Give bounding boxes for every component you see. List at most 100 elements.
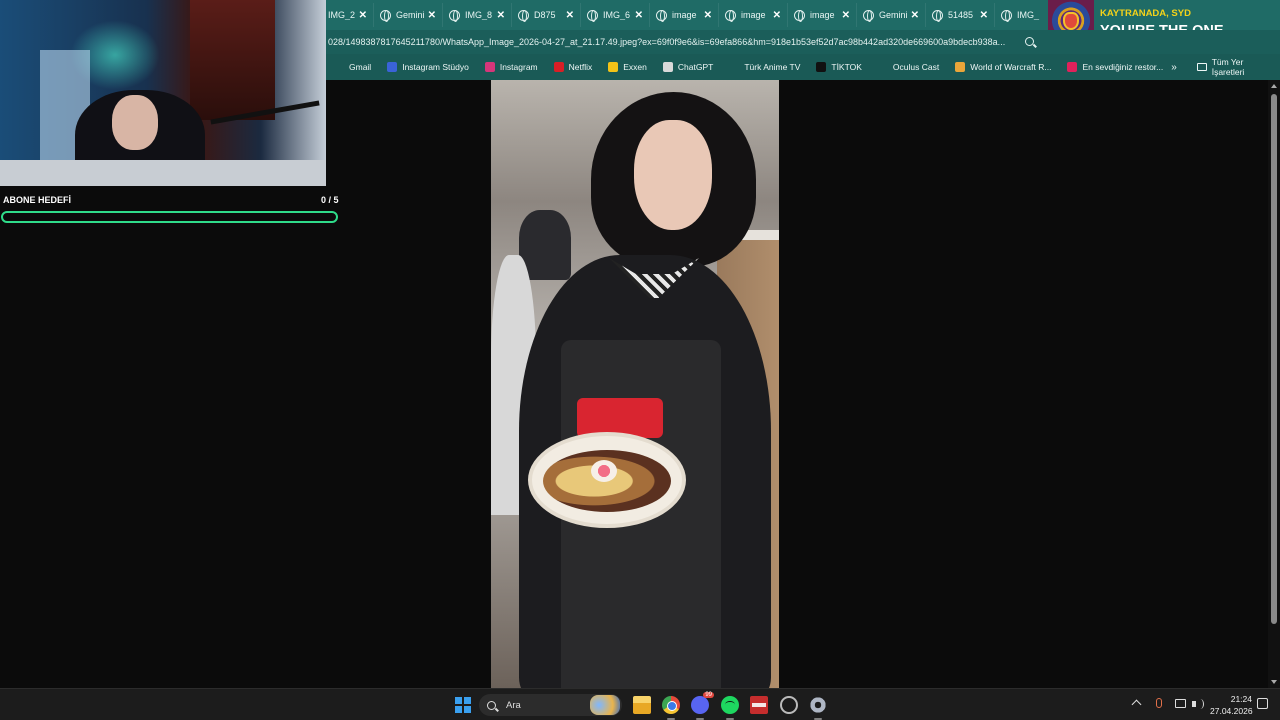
globe-icon (656, 9, 667, 22)
taskbar-search[interactable]: Ara (479, 694, 622, 716)
browser-tab[interactable]: 51485 ✕ (926, 3, 995, 27)
taskbar-clock[interactable]: 21:24 27.04.2026 (1210, 693, 1253, 717)
tab-title: IMG_ (1017, 10, 1040, 20)
tab-title: image (810, 10, 835, 20)
bookmark-label: ChatGPT (677, 62, 714, 72)
tab-title: 51485 (948, 10, 974, 20)
globe-icon (794, 9, 805, 22)
page-scrollbar[interactable] (1268, 80, 1280, 688)
tab-title: D875 (534, 10, 556, 20)
bookmarks-bar: Gmail Instagram Stüdyo Instagram Netflix Exx… (326, 54, 1280, 80)
bookmark-label: En sevdiğiniz restor... (1082, 62, 1164, 72)
zoom-icon[interactable] (1025, 37, 1034, 46)
network-icon[interactable] (1175, 699, 1186, 708)
microphone-icon[interactable] (1156, 698, 1162, 708)
bookmark-item[interactable]: Türk Anime TV (721, 62, 808, 72)
bookmark-favicon-icon (334, 62, 344, 72)
taskbar-search-placeholder: Ara (506, 699, 521, 711)
bookmark-item[interactable]: TİKTOK (808, 62, 870, 72)
bookmark-item[interactable]: ChatGPT (655, 62, 721, 72)
bookmark-item[interactable]: Netflix (546, 62, 601, 72)
browser-tab-strip: IMG_2 ✕ Gemini ✕ IMG_8 ✕ D875 ✕ IMG_6 ✕ image ✕ imag… (326, 0, 1048, 30)
streamer-head (112, 95, 158, 150)
browser-tab[interactable]: image ✕ (719, 3, 788, 27)
globe-icon (725, 9, 736, 22)
scroll-up-icon[interactable] (1271, 84, 1277, 88)
tab-close-icon[interactable]: ✕ (773, 10, 781, 21)
settings-gear-icon[interactable] (809, 696, 827, 714)
windows-taskbar: Ara 21:24 27.04.2026 (0, 688, 1280, 720)
browser-tab[interactable]: image ✕ (788, 3, 857, 27)
browser-tab[interactable]: Gemini ✕ (374, 3, 443, 27)
globe-icon (518, 9, 529, 22)
tab-title: Gemini (879, 10, 907, 20)
bookmark-item[interactable]: Gmail (326, 62, 379, 72)
tab-title: IMG_6 (603, 10, 631, 20)
bookmark-item[interactable]: Instagram (477, 62, 546, 72)
browser-tab[interactable]: IMG_ (995, 3, 1048, 27)
chrome-icon[interactable] (662, 696, 680, 714)
tab-title: image (672, 10, 697, 20)
browser-tab[interactable]: IMG_2 ✕ (326, 3, 374, 27)
scroll-down-icon[interactable] (1271, 680, 1277, 684)
bookmark-favicon-icon (484, 62, 495, 72)
notification-icon[interactable] (1257, 698, 1268, 709)
desk (0, 160, 326, 186)
globe-icon (587, 9, 598, 22)
tab-close-icon[interactable]: ✕ (497, 10, 505, 21)
displayed-image (491, 80, 779, 688)
clock-time: 21:24 (1230, 694, 1252, 704)
tab-title: image (741, 10, 766, 20)
file-explorer-icon[interactable] (633, 696, 651, 714)
webcam-overlay (0, 0, 326, 186)
globe-icon (1001, 9, 1012, 22)
bookmark-label: World of Warcraft R... (970, 62, 1052, 72)
tab-close-icon[interactable]: ✕ (359, 10, 367, 21)
bookmark-favicon-icon (662, 62, 673, 72)
tab-close-icon[interactable]: ✕ (911, 10, 919, 21)
bookmark-favicon-icon (608, 62, 619, 72)
browser-tab[interactable]: IMG_8 ✕ (443, 3, 512, 27)
bookmark-favicon-icon (877, 62, 888, 72)
tab-close-icon[interactable]: ✕ (842, 10, 850, 21)
tray-expand-icon[interactable] (1131, 699, 1142, 710)
bookmark-item[interactable]: Instagram Stüdyo (379, 62, 477, 72)
bookmark-favicon-icon (1067, 62, 1078, 72)
bookmarks-more-button[interactable]: » (1171, 62, 1177, 73)
browser-tab[interactable]: D875 ✕ (512, 3, 581, 27)
tab-close-icon[interactable]: ✕ (428, 10, 436, 21)
bookmark-item[interactable]: Oculus Cast (870, 62, 947, 72)
tab-close-icon[interactable]: ✕ (980, 10, 988, 21)
red-app-icon[interactable] (750, 696, 768, 714)
browser-tab[interactable]: IMG_6 ✕ (581, 3, 650, 27)
room-door (190, 0, 275, 120)
bookmark-item[interactable]: En sevdiğiniz restor... (1059, 62, 1171, 72)
ramen-topping (591, 460, 617, 482)
bookmark-item[interactable]: Exxen (600, 62, 655, 72)
search-icon (487, 700, 496, 710)
browser-tab[interactable]: image ✕ (650, 3, 719, 27)
all-bookmarks-button[interactable]: Tüm Yer İşaretleri (1196, 57, 1270, 77)
browser-tab[interactable]: Gemini ✕ (857, 3, 926, 27)
bookmark-label: Oculus Cast (892, 62, 940, 72)
discord-icon[interactable] (691, 692, 714, 714)
windows-start-icon[interactable] (455, 697, 471, 713)
all-bookmarks-label: Tüm Yer İşaretleri (1211, 57, 1245, 77)
volume-icon[interactable] (1192, 699, 1204, 709)
sub-goal-progress-bar (1, 211, 338, 223)
address-bar[interactable]: 028/1498387817645211780/WhatsApp_Image_2… (326, 30, 1048, 54)
screen: ABONE HEDEFİ 0 / 5 IMG_2 ✕ Gemini ✕ IMG_8 ✕ D8… (0, 0, 1280, 720)
tab-title: Gemini (396, 10, 424, 20)
now-playing-artist: KAYTRANADA, SYD (1100, 8, 1191, 19)
spotify-icon[interactable] (721, 696, 739, 714)
bookmark-label: TİKTOK (831, 62, 862, 72)
bookmark-label: Instagram (499, 62, 538, 72)
tab-close-icon[interactable]: ✕ (704, 10, 712, 21)
woman-face (634, 120, 712, 230)
scroll-thumb[interactable] (1271, 94, 1277, 624)
circle-app-icon[interactable] (780, 696, 798, 714)
bookmark-item[interactable]: World of Warcraft R... (947, 62, 1059, 72)
bookmark-label: Netflix (568, 62, 593, 72)
tab-close-icon[interactable]: ✕ (635, 10, 643, 21)
tab-close-icon[interactable]: ✕ (566, 10, 574, 21)
